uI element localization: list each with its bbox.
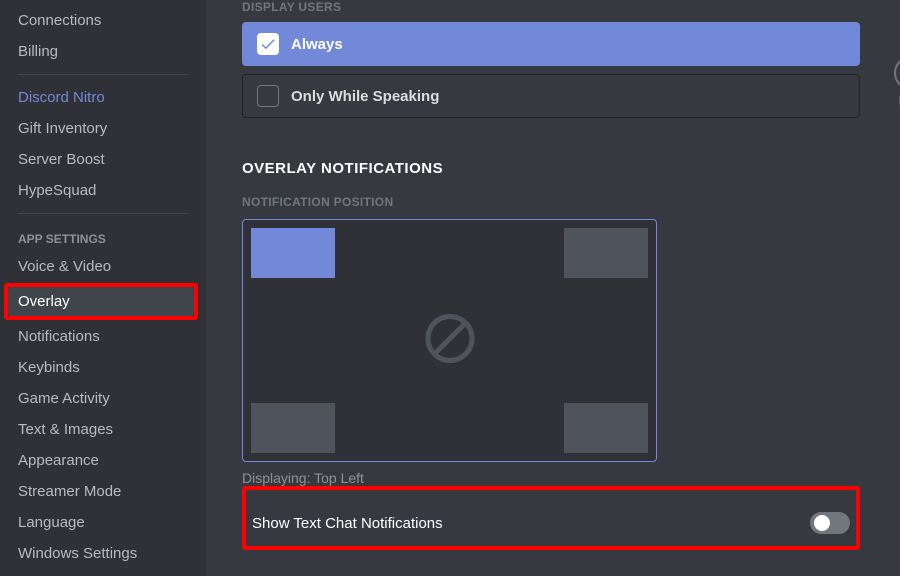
checkbox-icon xyxy=(257,85,279,107)
highlight-overlay-item: Overlay xyxy=(4,283,198,320)
notification-position-label: NOTIFICATION POSITION xyxy=(242,195,860,209)
sidebar-item-game-activity[interactable]: Game Activity xyxy=(8,384,198,413)
settings-content: DISPLAY USERS Always Only While Speaking… xyxy=(206,0,900,576)
option-while-speaking[interactable]: Only While Speaking xyxy=(242,74,860,118)
sidebar-item-text-images[interactable]: Text & Images xyxy=(8,415,198,444)
sidebar-item-voice-video[interactable]: Voice & Video xyxy=(8,252,198,281)
sidebar-item-keybinds[interactable]: Keybinds xyxy=(8,353,198,382)
sidebar-item-nitro[interactable]: Discord Nitro xyxy=(8,83,198,112)
divider xyxy=(18,213,188,214)
position-top-right[interactable] xyxy=(564,228,648,278)
display-users-label: DISPLAY USERS xyxy=(242,0,860,14)
overlay-notifications-heading: OVERLAY NOTIFICATIONS xyxy=(242,160,860,177)
sidebar-item-overlay[interactable]: Overlay xyxy=(8,287,194,316)
sidebar-header-app-settings: APP SETTINGS xyxy=(8,222,198,250)
notification-position-picker xyxy=(242,219,657,462)
position-bottom-left[interactable] xyxy=(251,403,335,453)
sidebar-item-language[interactable]: Language xyxy=(8,508,198,537)
sidebar-item-server-boost[interactable]: Server Boost xyxy=(8,145,198,174)
settings-sidebar: Connections Billing Discord Nitro Gift I… xyxy=(0,0,206,576)
sidebar-item-appearance[interactable]: Appearance xyxy=(8,446,198,475)
sidebar-item-streamer-mode[interactable]: Streamer Mode xyxy=(8,477,198,506)
divider xyxy=(18,74,188,75)
close-button[interactable] xyxy=(894,56,900,90)
position-bottom-right[interactable] xyxy=(564,403,648,453)
sidebar-item-gift-inventory[interactable]: Gift Inventory xyxy=(8,114,198,143)
option-while-speaking-label: Only While Speaking xyxy=(291,88,439,105)
sidebar-item-connections[interactable]: Connections xyxy=(8,6,198,35)
toggle-knob xyxy=(814,515,830,531)
option-always[interactable]: Always xyxy=(242,22,860,66)
text-chat-notifications-toggle[interactable] xyxy=(810,512,850,534)
sidebar-item-notifications[interactable]: Notifications xyxy=(8,322,198,351)
displaying-status: Displaying: Top Left xyxy=(242,470,860,486)
highlight-toggle-row: Show Text Chat Notifications xyxy=(242,486,860,550)
disable-icon[interactable] xyxy=(423,311,477,370)
position-top-left[interactable] xyxy=(251,228,335,278)
sidebar-item-hypesquad[interactable]: HypeSquad xyxy=(8,176,198,205)
text-chat-notifications-row: Show Text Chat Notifications xyxy=(246,500,856,546)
checkbox-icon xyxy=(257,33,279,55)
option-always-label: Always xyxy=(291,36,343,53)
sidebar-item-windows-settings[interactable]: Windows Settings xyxy=(8,539,198,568)
toggle-label: Show Text Chat Notifications xyxy=(252,515,443,532)
sidebar-item-billing[interactable]: Billing xyxy=(8,37,198,66)
